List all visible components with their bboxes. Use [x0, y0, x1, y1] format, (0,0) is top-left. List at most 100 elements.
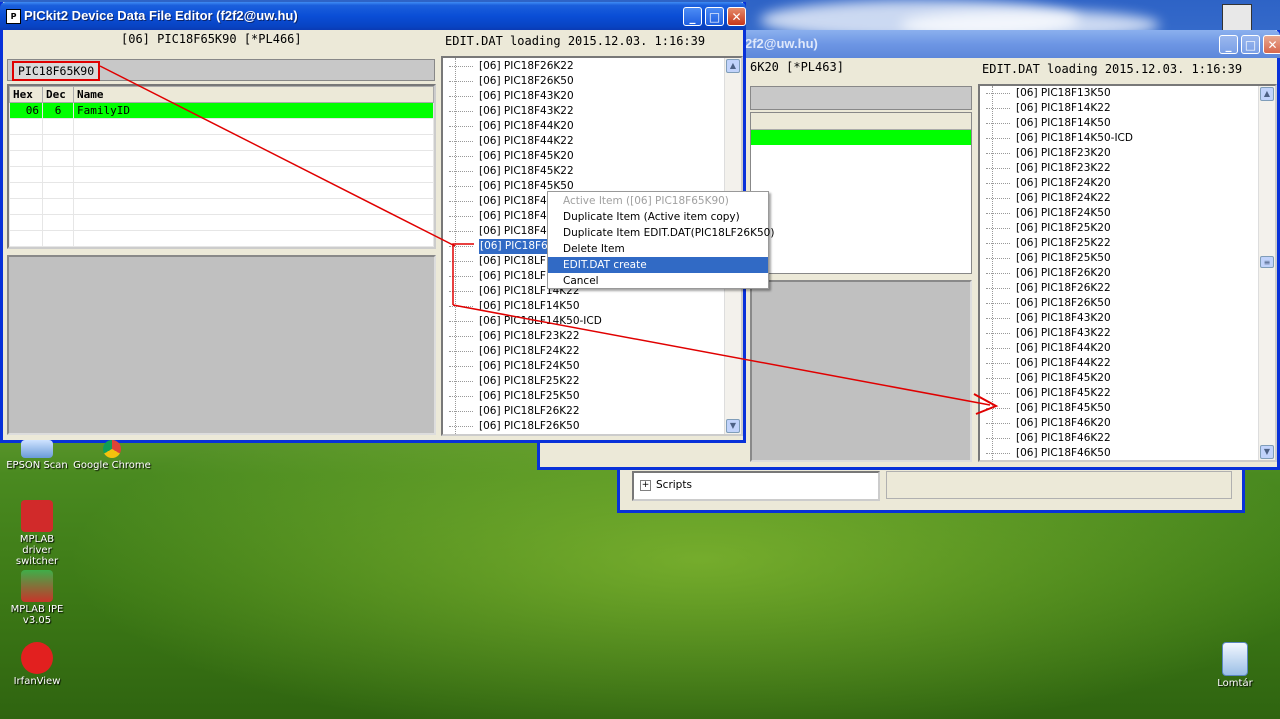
context-menu: Active Item ([06] PIC18F65K90) Duplicate… — [547, 191, 774, 289]
tree-item-label: [06] PIC18F44K20 — [1016, 342, 1111, 354]
tree-item-label: [06] PIC18F13K50 — [1016, 87, 1111, 99]
tree-connector — [986, 438, 1010, 439]
scroll-up-icon[interactable]: ▲ — [726, 59, 740, 73]
table-row[interactable]: 06 6 FamilyID — [9, 102, 434, 119]
cell-dec[interactable]: 6 — [42, 102, 74, 119]
menu-item-editdat-create[interactable]: EDIT.DAT create — [548, 257, 768, 273]
tree-item-label: [06] PIC18LF24K22 — [479, 345, 580, 357]
col-name[interactable]: Name — [73, 86, 434, 103]
tree-connector — [449, 291, 473, 292]
menu-item-active-item: Active Item ([06] PIC18F65K90) — [563, 195, 729, 207]
col-hex[interactable]: Hex — [9, 86, 43, 103]
mplab-ipe-icon — [21, 570, 53, 602]
back-scroll-up-icon[interactable]: ▲ — [1260, 87, 1274, 101]
desktop: + Scripts 2f2@uw.hu) _ □ ✕ 6K20 [*PL463]… — [0, 0, 1280, 719]
tree-item-label: [06] PIC18F25K22 — [1016, 237, 1111, 249]
expand-plus-icon[interactable]: + — [640, 480, 651, 491]
back-maximize-button[interactable]: □ — [1241, 35, 1260, 54]
menu-item-duplicate-active[interactable]: Duplicate Item (Active item copy) — [548, 209, 768, 225]
table-row[interactable] — [9, 198, 434, 215]
tree-connector — [449, 141, 473, 142]
scripts-tree-label[interactable]: Scripts — [656, 479, 692, 491]
desktop-icon-irfanview[interactable]: IrfanView — [0, 642, 82, 687]
back-close-button[interactable]: ✕ — [1263, 35, 1280, 54]
back-minimize-button[interactable]: _ — [1219, 35, 1238, 54]
tree-connector — [986, 288, 1010, 289]
scroll-down-icon[interactable]: ▼ — [726, 419, 740, 433]
desktop-icon-recycle-bin[interactable]: Lomtár — [1190, 642, 1280, 689]
tree-item-label: [06] PIC18LF24K50 — [479, 360, 580, 372]
tree-item-label: [06] PIC18LF14K50 — [479, 300, 580, 312]
table-row[interactable] — [9, 166, 434, 183]
tree-item-label: [06] PIC18F25K20 — [1016, 222, 1111, 234]
device-name: PIC18F65K90 — [12, 61, 101, 81]
tree-connector — [986, 183, 1010, 184]
tree-item-label: [06] PIC18F24K22 — [1016, 192, 1111, 204]
tree-connector — [449, 81, 473, 82]
back-header-left: 6K20 [*PL463] — [750, 60, 844, 74]
menu-item-cancel[interactable]: Cancel — [548, 273, 768, 289]
back-table-header — [751, 113, 971, 130]
desktop-icon-chrome[interactable]: Google Chrome — [67, 440, 157, 471]
main-window-titlebar[interactable]: P PICkit2 Device Data File Editor (f2f2@… — [0, 2, 746, 30]
tree-item-label: [06] PIC18F26K22 — [479, 60, 574, 72]
table-row[interactable] — [9, 230, 434, 247]
tree-connector — [449, 261, 473, 262]
back-tree-scrollbar[interactable]: ▲ ≡ ▼ — [1258, 86, 1275, 460]
table-row[interactable] — [9, 182, 434, 199]
col-dec[interactable]: Dec — [42, 86, 74, 103]
tree-item-label: [06] PIC18F24K50 — [1016, 207, 1111, 219]
tray-app-icon[interactable] — [1222, 4, 1252, 32]
tree-item-label: [06] PIC18LF23K22 — [479, 330, 580, 342]
desktop-icon-mplab-driver-switcher[interactable]: MPLAB driver switcher — [0, 500, 82, 567]
tree-connector — [449, 351, 473, 352]
tree-item-label: [06] PIC18F43K22 — [1016, 327, 1111, 339]
menu-item-delete[interactable]: Delete Item — [548, 241, 768, 257]
tree-item-label: [06] PIC18F44K20 — [479, 120, 574, 132]
tree-item-label: [06] PIC18F26K22 — [1016, 282, 1111, 294]
tree-item-label: [06] PIC18LF14K50-ICD — [479, 315, 602, 327]
cell-name[interactable]: FamilyID — [73, 102, 434, 119]
desktop-icon-mplab-ipe[interactable]: MPLAB IPE v3.05 — [0, 570, 82, 626]
tree-connector — [986, 168, 1010, 169]
device-name-field: PIC18F65K90 — [7, 59, 435, 81]
tree-item-label: [06] PIC18F26K20 — [1016, 267, 1111, 279]
tree-item-label: [06] PIC18F24K20 — [1016, 177, 1111, 189]
cell-hex[interactable]: 06 — [9, 102, 43, 119]
table-row[interactable] — [9, 118, 434, 135]
tree-item-label: [06] PIC18LF26K50 — [479, 420, 580, 432]
tree-connector — [986, 273, 1010, 274]
table-row[interactable] — [9, 134, 434, 151]
tree-connector — [449, 186, 473, 187]
back-device-tree[interactable]: [06] PIC18F13K50 [06] PIC18F14K22 [06] PIC… — [978, 84, 1277, 462]
minimize-button[interactable]: _ — [683, 7, 702, 26]
tree-connector — [449, 306, 473, 307]
tree-connector — [449, 171, 473, 172]
tree-connector — [986, 423, 1010, 424]
tree-item-label: [06] PIC18LF25K50 — [479, 390, 580, 402]
back-scroll-thumb[interactable]: ≡ — [1260, 256, 1274, 268]
tree-connector — [986, 258, 1010, 259]
close-button[interactable]: ✕ — [727, 7, 746, 26]
back-window-title: 2f2@uw.hu) — [745, 36, 818, 51]
tree-item-label: [06] PIC18F45K22 — [1016, 387, 1111, 399]
menu-item-duplicate-editdat[interactable]: Duplicate Item EDIT.DAT(PIC18LF26K50) — [548, 225, 774, 241]
back-scroll-down-icon[interactable]: ▼ — [1260, 445, 1274, 459]
tree-connector — [986, 408, 1010, 409]
back-family-row[interactable] — [751, 130, 971, 145]
tree-connector — [449, 216, 473, 217]
table-row[interactable] — [9, 214, 434, 231]
tree-connector — [986, 303, 1010, 304]
maximize-button[interactable]: □ — [705, 7, 724, 26]
tree-connector — [986, 198, 1010, 199]
tree-item-label: [06] PIC18F46K20 — [1016, 417, 1111, 429]
tree-item-label: [06] PIC18F46K50 — [1016, 447, 1111, 459]
tree-item-label: [06] PIC18F14K50 — [1016, 117, 1111, 129]
tree-connector — [449, 276, 473, 277]
tree-item-label: [06] PIC18F45K22 — [479, 165, 574, 177]
table-row[interactable] — [9, 150, 434, 167]
tree-connector — [986, 453, 1010, 454]
tree-connector — [986, 243, 1010, 244]
tree-connector — [449, 381, 473, 382]
scripts-tree[interactable]: + Scripts — [632, 471, 880, 501]
